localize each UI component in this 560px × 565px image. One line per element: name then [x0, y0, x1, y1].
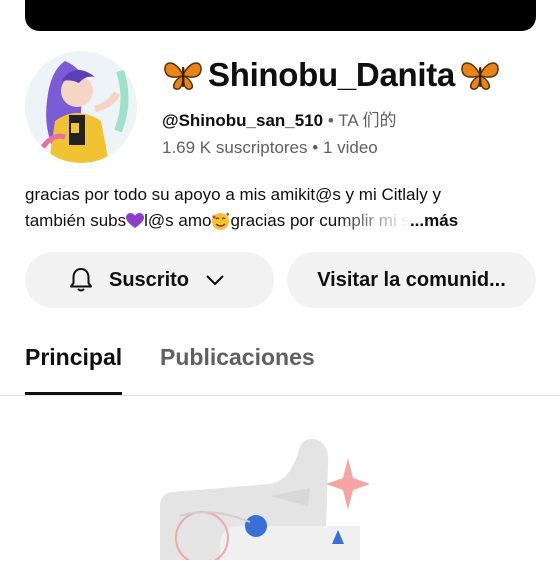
- separator-dot: •: [312, 138, 323, 157]
- visit-community-label: Visitar la comunid...: [317, 268, 506, 291]
- subscribed-button[interactable]: Suscrito: [25, 252, 274, 308]
- subscribed-label: Suscrito: [109, 268, 190, 291]
- video-count: 1 video: [322, 138, 378, 157]
- chevron-down-icon: [206, 275, 224, 286]
- channel-tag: TA 们的: [338, 111, 397, 130]
- description-line-1: gracias por todo su apoyo a mis amikit@s…: [25, 185, 441, 204]
- butterfly-emoji-icon: [461, 62, 499, 90]
- separator-dot: •: [327, 111, 339, 130]
- description-line-2: también subs l@s amo gracias por cumplir…: [25, 208, 540, 234]
- description-text-b: l@s amo: [144, 211, 212, 230]
- more-link[interactable]: ...más: [410, 208, 458, 234]
- channel-name: Shinobu_Danita: [162, 56, 501, 94]
- tab-principal[interactable]: Principal: [25, 344, 122, 371]
- empty-state-illustration: [160, 436, 400, 565]
- channel-name-text: Shinobu_Danita: [208, 56, 455, 93]
- smiling-face-with-hearts-emoji-icon: [212, 212, 230, 230]
- tab-publicaciones[interactable]: Publicaciones: [160, 344, 315, 371]
- bell-icon: [70, 268, 92, 292]
- purple-heart-emoji-icon: [126, 213, 145, 228]
- subscriber-count: 1.69 K suscriptores: [162, 138, 308, 157]
- description-text-a: también subs: [25, 211, 127, 230]
- channel-handle: @Shinobu_san_510: [162, 111, 324, 130]
- channel-description[interactable]: gracias por todo su apoyo a mis amikit@s…: [25, 182, 540, 234]
- visit-community-button[interactable]: Visitar la comunid...: [287, 252, 536, 308]
- active-tab-indicator: [25, 392, 122, 395]
- channel-avatar[interactable]: [25, 51, 137, 163]
- channel-tabs: Principal Publicaciones: [0, 330, 560, 396]
- butterfly-emoji-icon: [164, 62, 202, 90]
- channel-handle-row: @Shinobu_san_510 • TA 们的: [162, 106, 397, 131]
- channel-stats: 1.69 K suscriptores • 1 video: [162, 138, 378, 158]
- description-fade: [339, 209, 410, 233]
- channel-banner[interactable]: [25, 0, 536, 31]
